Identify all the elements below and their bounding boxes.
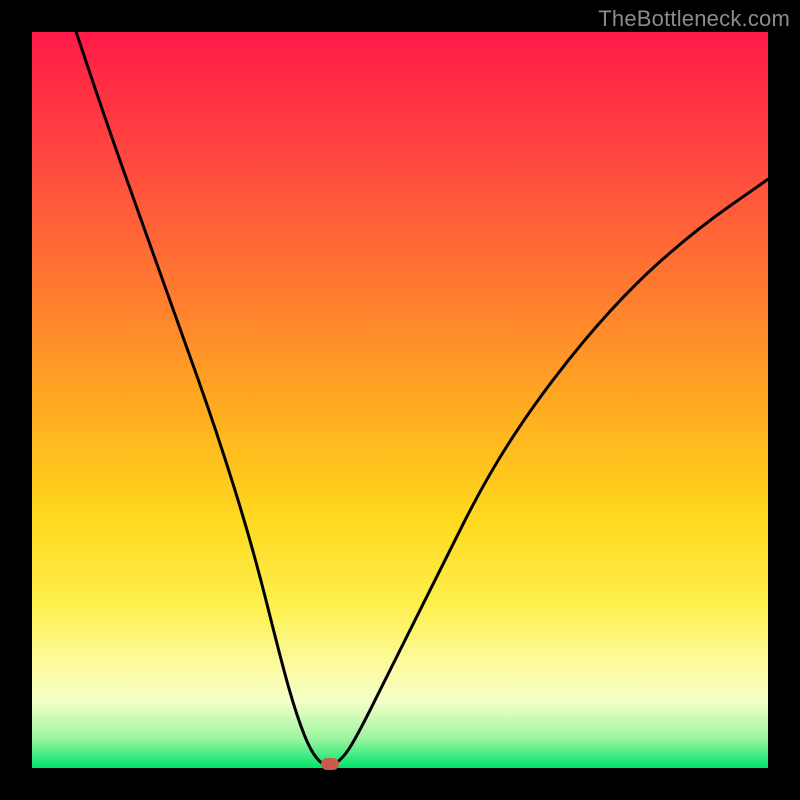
bottleneck-curve [32, 32, 768, 768]
watermark-text: TheBottleneck.com [598, 6, 790, 32]
chart-frame: TheBottleneck.com [0, 0, 800, 800]
plot-area [32, 32, 768, 768]
optimal-point-marker [321, 758, 339, 770]
